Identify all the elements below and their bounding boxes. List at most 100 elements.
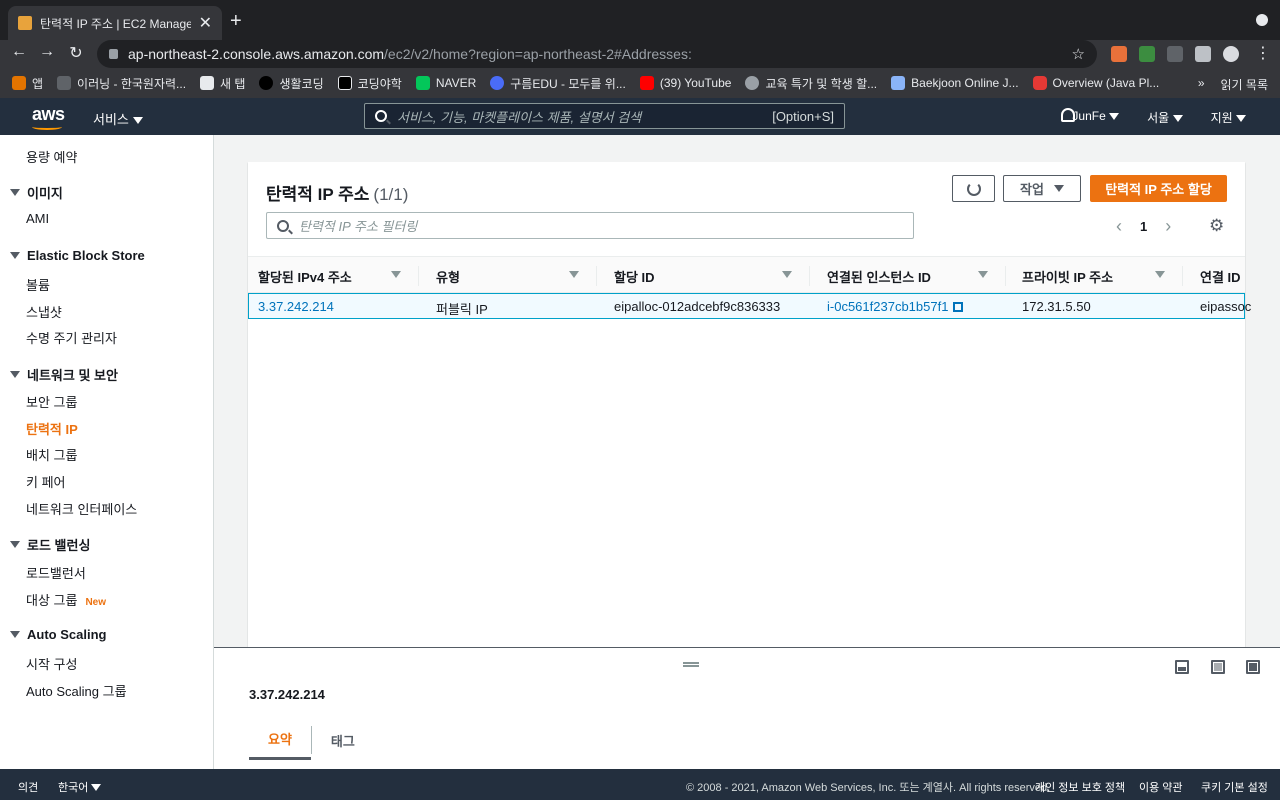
aws-logo[interactable]: aws <box>32 104 65 130</box>
column-header-ipv4[interactable]: 할당된 IPv4 주소 <box>258 267 352 286</box>
chevron-down-icon <box>1172 115 1183 122</box>
reload-icon[interactable]: ↻ <box>65 43 87 63</box>
cell-instance-id[interactable]: i-0c561f237cb1b57f1 <box>827 299 964 314</box>
resize-handle-icon[interactable] <box>683 662 699 667</box>
caret-down-icon <box>10 541 20 548</box>
account-menu[interactable]: JunFe <box>1072 109 1120 126</box>
sidebar-item-elastic-ip[interactable]: 탄력적 IP <box>26 419 78 438</box>
extension-ex-icon[interactable] <box>1111 46 1127 62</box>
browser-menu-icon[interactable]: ⋮ <box>1252 43 1274 63</box>
current-page[interactable]: 1 <box>1140 219 1147 234</box>
sidebar-section-auto-scaling[interactable]: Auto Scaling <box>10 627 106 642</box>
column-divider[interactable] <box>809 266 810 286</box>
bookmark-item[interactable]: (39) YouTube <box>639 76 731 90</box>
sidebar-item-auto-scaling-groups[interactable]: Auto Scaling 그룹 <box>26 681 127 700</box>
bookmark-item[interactable]: 앱 <box>12 75 43 92</box>
column-divider[interactable] <box>596 266 597 286</box>
profile-avatar-icon[interactable] <box>1223 46 1239 62</box>
bookmark-star-icon[interactable]: ☆ <box>1072 45 1085 63</box>
chevron-down-icon <box>1053 185 1064 192</box>
sort-icon[interactable] <box>1155 271 1165 278</box>
feedback-link[interactable]: 의견 <box>18 779 38 795</box>
bookmark-favicon-icon <box>200 76 215 90</box>
bookmark-favicon-icon <box>57 76 72 90</box>
bookmark-item[interactable]: 교육 특가 및 학생 할... <box>745 75 877 92</box>
split-panel: 3.37.242.214 요약 태그 <box>214 647 1280 769</box>
sidebar-item-load-balancers[interactable]: 로드밸런서 <box>26 563 86 582</box>
sidebar-item-snapshots[interactable]: 스냅샷 <box>26 302 62 321</box>
sidebar-item-network-interfaces[interactable]: 네트워크 인터페이스 <box>26 499 137 518</box>
sidebar-item-placement-groups[interactable]: 배치 그룹 <box>26 445 77 464</box>
gear-icon[interactable]: ⚙ <box>1209 216 1224 236</box>
refresh-button[interactable] <box>952 175 995 202</box>
actions-button[interactable]: 작업 <box>1003 175 1081 202</box>
sidebar-section-load-balancing[interactable]: 로드 밸런싱 <box>10 535 90 554</box>
new-tab-icon[interactable]: + <box>230 10 242 33</box>
sidebar-item-lifecycle-manager[interactable]: 수명 주기 관리자 <box>26 328 117 347</box>
column-header-allocation-id[interactable]: 할당 ID <box>614 267 655 286</box>
console-search-input[interactable]: 서비스, 기능, 마켓플레이스 제품, 설명서 검색 [Option+S] <box>364 103 845 129</box>
filter-input[interactable]: 탄력적 IP 주소 필터링 <box>266 212 914 239</box>
terms-link[interactable]: 이용 약관 <box>1139 779 1183 795</box>
bookmark-item[interactable]: Baekjoon Online J... <box>891 76 1019 90</box>
address-bar[interactable]: ap-northeast-2.console.aws.amazon.com/ec… <box>97 40 1097 68</box>
support-menu[interactable]: 지원 <box>1211 109 1246 126</box>
tab-search-icon[interactable] <box>1256 14 1268 26</box>
back-icon[interactable]: ← <box>8 43 30 61</box>
sidebar-item-capacity-reservations[interactable]: 용량 예약 <box>26 147 77 166</box>
extensions-puzzle-icon[interactable] <box>1195 46 1211 62</box>
sidebar-item-target-groups[interactable]: 대상 그룹 New <box>26 590 106 609</box>
prev-page-icon[interactable]: ‹ <box>1116 216 1122 237</box>
extension-code-icon[interactable] <box>1167 46 1183 62</box>
column-header-instance-id[interactable]: 연결된 인스턴스 ID <box>827 267 931 286</box>
extension-green-icon[interactable] <box>1139 46 1155 62</box>
bookmark-item[interactable]: 생활코딩 <box>259 75 324 92</box>
region-menu[interactable]: 서울 <box>1147 109 1183 126</box>
allocate-elastic-ip-button[interactable]: 탄력적 IP 주소 할당 <box>1090 175 1227 202</box>
bookmark-item[interactable]: NAVER <box>415 76 476 90</box>
split-panel-bottom-icon[interactable] <box>1175 660 1189 674</box>
sidebar-item-launch-configurations[interactable]: 시작 구성 <box>26 654 77 673</box>
services-menu[interactable]: 서비스 <box>93 109 143 128</box>
table-row[interactable]: 3.37.242.214 퍼블릭 IP eipalloc-012adcebf9c… <box>248 293 1251 319</box>
cell-ipv4-address[interactable]: 3.37.242.214 <box>258 299 334 314</box>
reading-list[interactable]: 읽기 목록 <box>1221 76 1269 93</box>
bookmark-item[interactable]: 구름EDU - 모두를 위... <box>490 75 626 92</box>
sort-icon[interactable] <box>782 271 792 278</box>
bookmark-item[interactable]: 새 탭 <box>200 75 245 92</box>
privacy-policy-link[interactable]: 개인 정보 보호 정책 <box>1035 779 1125 795</box>
sidebar-section-images[interactable]: 이미지 <box>10 183 63 202</box>
external-link-icon[interactable] <box>953 302 964 312</box>
next-page-icon[interactable]: › <box>1165 216 1171 237</box>
split-panel-side-icon[interactable] <box>1211 660 1225 674</box>
bookmark-item[interactable]: Overview (Java Pl... <box>1032 76 1159 90</box>
column-divider[interactable] <box>1182 266 1183 286</box>
sidebar-item-ami[interactable]: AMI <box>26 211 49 226</box>
column-divider[interactable] <box>1005 266 1006 286</box>
sort-icon[interactable] <box>978 271 988 278</box>
aws-favicon-icon <box>18 16 32 30</box>
split-panel-full-icon[interactable] <box>1246 660 1260 674</box>
cell-association-id: eipassoc <box>1200 299 1252 314</box>
bookmark-item[interactable]: 이러닝 - 한국원자력... <box>57 75 186 92</box>
column-header-private-ip[interactable]: 프라이빗 IP 주소 <box>1022 267 1113 286</box>
language-selector[interactable]: 한국어 <box>58 779 102 795</box>
column-header-type[interactable]: 유형 <box>436 267 460 286</box>
close-tab-icon[interactable]: ✕ <box>199 13 212 33</box>
sidebar-section-network-security[interactable]: 네트워크 및 보안 <box>10 365 118 384</box>
column-header-association-id[interactable]: 연결 ID <box>1200 267 1241 286</box>
cookie-preferences-link[interactable]: 쿠키 기본 설정 <box>1201 779 1268 795</box>
sort-icon[interactable] <box>569 271 579 278</box>
sidebar-item-volumes[interactable]: 볼륨 <box>26 275 50 294</box>
browser-tab[interactable]: 탄력적 IP 주소 | EC2 Management ✕ <box>8 6 222 40</box>
forward-icon[interactable]: → <box>36 43 58 61</box>
column-divider[interactable] <box>418 266 419 286</box>
sidebar-item-security-groups[interactable]: 보안 그룹 <box>26 392 77 411</box>
tab-summary[interactable]: 요약 <box>249 720 311 760</box>
tab-tags[interactable]: 태그 <box>312 720 374 760</box>
sidebar-item-key-pairs[interactable]: 키 페어 <box>26 472 66 491</box>
bookmark-item[interactable]: 코딩야학 <box>337 75 402 92</box>
sidebar-section-ebs[interactable]: Elastic Block Store <box>10 248 145 263</box>
bookmarks-more[interactable]: » <box>1198 76 1205 93</box>
sort-icon[interactable] <box>391 271 401 278</box>
